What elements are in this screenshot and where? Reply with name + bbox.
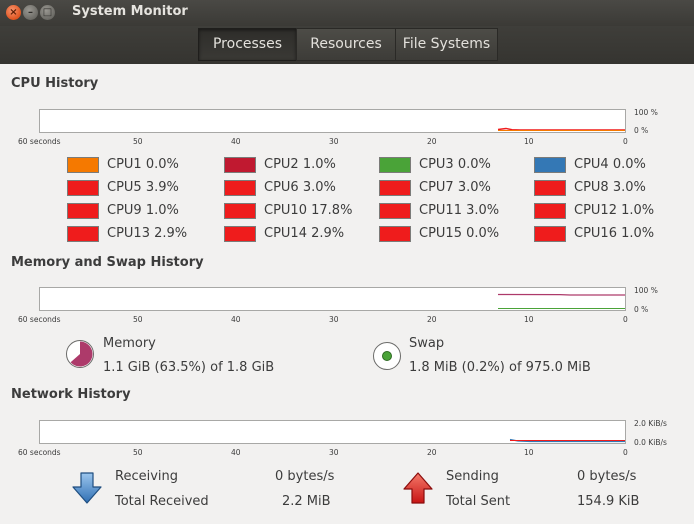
- cpu-color-swatch[interactable]: [379, 203, 411, 219]
- network-y-min-label: 0.0 KiB/s: [634, 438, 667, 447]
- cpu-color-swatch[interactable]: [224, 203, 256, 219]
- x-label-30: 30: [329, 448, 339, 457]
- sending-label: Sending: [446, 469, 499, 484]
- maximize-icon: □: [42, 7, 53, 18]
- cpu-legend-label: CPU12 1.0%: [574, 203, 655, 218]
- minimize-window-button[interactable]: –: [23, 5, 38, 20]
- cpu-color-swatch[interactable]: [379, 157, 411, 173]
- memory-label: Memory: [103, 336, 156, 351]
- tab-file-systems[interactable]: File Systems: [395, 28, 498, 61]
- cpu-color-swatch[interactable]: [67, 180, 99, 196]
- memory-value: 1.1 GiB (63.5%) of 1.8 GiB: [103, 360, 275, 375]
- cpu-color-swatch[interactable]: [224, 226, 256, 242]
- x-label-30: 30: [329, 315, 339, 324]
- cpu-legend-label: CPU7 3.0%: [419, 180, 491, 195]
- x-label-20: 20: [427, 448, 437, 457]
- cpu-legend-label: CPU14 2.9%: [264, 226, 345, 241]
- cpu-color-swatch[interactable]: [379, 226, 411, 242]
- x-label-60: 60 seconds: [18, 448, 61, 457]
- x-label-10: 10: [524, 315, 534, 324]
- swap-pie-icon[interactable]: [372, 341, 402, 371]
- cpu-color-swatch[interactable]: [534, 157, 566, 173]
- x-label-10: 10: [524, 448, 534, 457]
- x-label-40: 40: [231, 315, 241, 324]
- memory-y-min-label: 0 %: [634, 305, 649, 314]
- total-sent-value: 154.9 KiB: [577, 494, 640, 509]
- memory-graph-lines: [497, 293, 625, 309]
- cpu-color-swatch[interactable]: [224, 180, 256, 196]
- cpu-y-min-label: 0 %: [634, 126, 649, 135]
- x-label-40: 40: [231, 448, 241, 457]
- cpu-history-graph: [39, 109, 626, 133]
- cpu-legend-label: CPU11 3.0%: [419, 203, 500, 218]
- x-label-20: 20: [427, 315, 437, 324]
- minimize-icon: –: [28, 7, 33, 18]
- x-label-50: 50: [133, 448, 143, 457]
- x-label-40: 40: [231, 137, 241, 146]
- x-label-20: 20: [427, 137, 437, 146]
- cpu-color-swatch[interactable]: [67, 157, 99, 173]
- close-window-button[interactable]: ×: [6, 5, 21, 20]
- cpu-legend-label: CPU13 2.9%: [107, 226, 188, 241]
- cpu-legend-label: CPU4 0.0%: [574, 157, 646, 172]
- network-history-title: Network History: [11, 387, 131, 402]
- tab-resources[interactable]: Resources: [296, 28, 396, 61]
- x-label-30: 30: [329, 137, 339, 146]
- cpu-legend-label: CPU5 3.9%: [107, 180, 179, 195]
- sending-arrow-icon[interactable]: [402, 471, 434, 505]
- receiving-label: Receiving: [115, 469, 179, 484]
- sending-value: 0 bytes/s: [577, 469, 637, 484]
- cpu-legend-label: CPU1 0.0%: [107, 157, 179, 172]
- x-label-0: 0: [623, 137, 628, 146]
- x-label-50: 50: [133, 137, 143, 146]
- x-label-50: 50: [133, 315, 143, 324]
- cpu-legend-label: CPU3 0.0%: [419, 157, 491, 172]
- memory-y-max-label: 100 %: [634, 286, 658, 295]
- x-label-10: 10: [524, 137, 534, 146]
- title-bar: × – □ System Monitor: [0, 0, 694, 26]
- cpu-legend-label: CPU16 1.0%: [574, 226, 655, 241]
- cpu-y-max-label: 100 %: [634, 108, 658, 117]
- memory-history-graph: [39, 287, 626, 311]
- close-icon: ×: [9, 7, 18, 18]
- cpu-color-swatch[interactable]: [67, 226, 99, 242]
- swap-value: 1.8 MiB (0.2%) of 975.0 MiB: [409, 360, 591, 375]
- cpu-color-swatch[interactable]: [67, 203, 99, 219]
- total-received-label: Total Received: [115, 494, 209, 509]
- cpu-legend-label: CPU9 1.0%: [107, 203, 179, 218]
- network-graph-lines: [509, 438, 625, 443]
- cpu-legend-label: CPU2 1.0%: [264, 157, 336, 172]
- maximize-window-button[interactable]: □: [40, 5, 55, 20]
- swap-label: Swap: [409, 336, 445, 351]
- receiving-value: 0 bytes/s: [275, 469, 335, 484]
- cpu-color-swatch[interactable]: [379, 180, 411, 196]
- cpu-legend-label: CPU10 17.8%: [264, 203, 353, 218]
- memory-history-title: Memory and Swap History: [11, 255, 204, 270]
- network-history-graph: [39, 420, 626, 444]
- memory-pie-icon[interactable]: [65, 339, 95, 369]
- receiving-arrow-icon[interactable]: [71, 471, 103, 505]
- cpu-color-swatch[interactable]: [224, 157, 256, 173]
- cpu-graph-lines: [497, 127, 625, 131]
- cpu-color-swatch[interactable]: [534, 226, 566, 242]
- cpu-legend-label: CPU6 3.0%: [264, 180, 336, 195]
- x-label-60: 60 seconds: [18, 315, 61, 324]
- cpu-legend-label: CPU15 0.0%: [419, 226, 500, 241]
- x-label-60: 60 seconds: [18, 137, 61, 146]
- cpu-color-swatch[interactable]: [534, 180, 566, 196]
- total-sent-label: Total Sent: [446, 494, 511, 509]
- cpu-history-title: CPU History: [11, 76, 99, 91]
- window-title: System Monitor: [72, 4, 188, 19]
- cpu-legend-label: CPU8 3.0%: [574, 180, 646, 195]
- x-label-0: 0: [623, 315, 628, 324]
- tab-bar: Processes Resources File Systems: [0, 26, 694, 64]
- total-received-value: 2.2 MiB: [282, 494, 331, 509]
- tab-processes[interactable]: Processes: [198, 28, 297, 61]
- network-y-max-label: 2.0 KiB/s: [634, 419, 667, 428]
- x-label-0: 0: [623, 448, 628, 457]
- cpu-color-swatch[interactable]: [534, 203, 566, 219]
